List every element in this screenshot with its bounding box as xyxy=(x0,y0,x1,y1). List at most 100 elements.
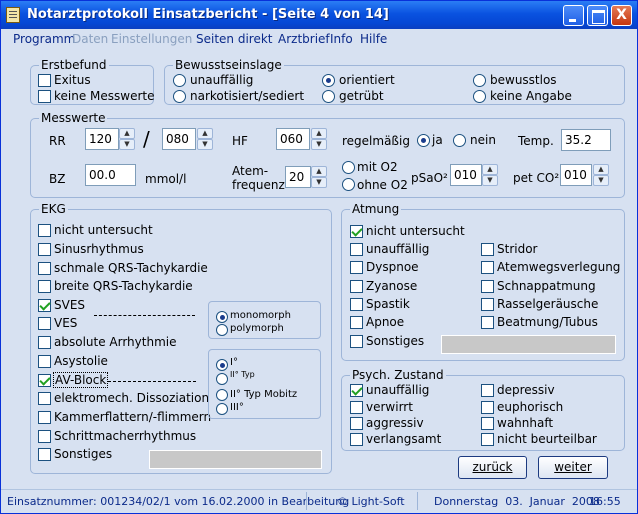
atmung-stridor-checkbox[interactable] xyxy=(481,243,494,256)
av-grade-1-radio[interactable] xyxy=(216,359,228,371)
bewusstsein-orientiert-radio[interactable] xyxy=(322,74,335,87)
bewusstsein-narkotisiert-radio[interactable] xyxy=(173,90,186,103)
ekg-av-block-checkbox[interactable] xyxy=(38,374,51,387)
psych-aggressiv-checkbox[interactable] xyxy=(350,417,363,430)
ekg-kammerflattern-checkbox[interactable] xyxy=(38,411,51,424)
psych-verwirrt-label: verwirrt xyxy=(366,400,413,414)
spin-down-icon[interactable]: ▼ xyxy=(593,175,609,186)
regelmaessig-ja-radio[interactable] xyxy=(417,134,430,147)
menu-daten[interactable]: Daten xyxy=(72,32,108,46)
petco2-spinner[interactable]: ▲ ▼ xyxy=(593,164,609,186)
hf-spinner[interactable]: ▲ ▼ xyxy=(311,128,327,150)
atmung-atemwegsverlegung-checkbox[interactable] xyxy=(481,261,494,274)
rr-systolic-spinner[interactable]: ▲ ▼ xyxy=(119,128,135,150)
spin-up-icon[interactable]: ▲ xyxy=(311,166,327,177)
status-einsatznummer: Einsatznummer: 001234/02/1 vom 16.02.200… xyxy=(7,495,350,508)
maximize-button[interactable] xyxy=(587,5,608,26)
menu-programm[interactable]: Programm xyxy=(13,32,75,46)
spin-down-icon[interactable]: ▼ xyxy=(482,175,498,186)
atmung-nicht-untersucht-checkbox[interactable] xyxy=(350,225,363,238)
ohne-o2-radio[interactable] xyxy=(342,178,355,191)
exitus-checkbox[interactable] xyxy=(38,74,51,87)
av-grade-2b-radio[interactable] xyxy=(216,389,228,401)
ekg-ves-label: VES xyxy=(54,316,78,330)
bewusstsein-unauffaellig-radio[interactable] xyxy=(173,74,186,87)
petco2-input[interactable]: 010 xyxy=(560,164,592,186)
spin-down-icon[interactable]: ▼ xyxy=(311,177,327,188)
bz-input[interactable]: 00.0 xyxy=(85,164,136,186)
ekg-schrittmacher-checkbox[interactable] xyxy=(38,430,51,443)
ekg-sonstiges-checkbox[interactable] xyxy=(38,448,51,461)
menu-seiten-direkt[interactable]: Seiten direkt xyxy=(196,32,273,46)
psych-depressiv-checkbox[interactable] xyxy=(481,384,494,397)
ekg-sinusrhythmus-checkbox[interactable] xyxy=(38,243,51,256)
rr-diastolic-spinner[interactable]: ▲ ▼ xyxy=(197,128,213,150)
av-grade-2a-radio[interactable] xyxy=(216,373,228,385)
menu-info[interactable]: Info xyxy=(330,32,353,46)
ves-monomorph-radio[interactable] xyxy=(216,311,228,323)
spin-down-icon[interactable]: ▼ xyxy=(119,139,135,150)
regelmaessig-ja-label: ja xyxy=(432,133,443,147)
mit-o2-radio[interactable] xyxy=(342,161,355,174)
next-button[interactable]: weiter xyxy=(538,456,608,479)
menu-arztbrief[interactable]: Arztbrief xyxy=(278,32,330,46)
atmung-apnoe-checkbox[interactable] xyxy=(350,316,363,329)
atmung-beatmung-checkbox[interactable] xyxy=(481,316,494,329)
ekg-nicht-untersucht-checkbox[interactable] xyxy=(38,224,51,237)
psych-wahnhaft-checkbox[interactable] xyxy=(481,417,494,430)
psych-nicht-beurteilbar-checkbox[interactable] xyxy=(481,433,494,446)
ekg-sonstiges-field[interactable] xyxy=(149,450,322,469)
atmung-zyanose-checkbox[interactable] xyxy=(350,280,363,293)
ekg-sves-checkbox[interactable] xyxy=(38,299,51,312)
atmung-unauffaellig-checkbox[interactable] xyxy=(350,243,363,256)
psych-verwirrt-checkbox[interactable] xyxy=(350,401,363,414)
minimize-button[interactable] xyxy=(563,5,584,26)
spin-up-icon[interactable]: ▲ xyxy=(311,128,327,139)
ves-polymorph-radio[interactable] xyxy=(216,324,228,336)
psao2-input[interactable]: 010 xyxy=(450,164,482,186)
atmung-schnappatmung-checkbox[interactable] xyxy=(481,280,494,293)
bewusstsein-bewusstlos-radio[interactable] xyxy=(473,74,486,87)
temp-input[interactable]: 35.2 xyxy=(561,129,611,151)
psych-verlangsamt-checkbox[interactable] xyxy=(350,433,363,446)
hf-label: HF xyxy=(232,134,248,148)
regelmaessig-nein-radio[interactable] xyxy=(453,134,466,147)
spin-down-icon[interactable]: ▼ xyxy=(197,139,213,150)
bewusstsein-keine-angabe-radio[interactable] xyxy=(473,90,486,103)
rr-systolic-input[interactable]: 120 xyxy=(85,128,119,150)
ekg-ves-checkbox[interactable] xyxy=(38,317,51,330)
psych-unauffaellig-checkbox[interactable] xyxy=(350,384,363,397)
ekg-asystolie-checkbox[interactable] xyxy=(38,355,51,368)
atmung-sonstiges-checkbox[interactable] xyxy=(350,335,363,348)
ekg-absolute-checkbox[interactable] xyxy=(38,336,51,349)
ekg-schmale-checkbox[interactable] xyxy=(38,262,51,275)
ekg-absolute-label: absolute Arrhythmie xyxy=(54,335,177,349)
ekg-sinusrhythmus-label: Sinusrhythmus xyxy=(54,242,144,256)
ekg-elektromech-checkbox[interactable] xyxy=(38,392,51,405)
atemfrequenz-input[interactable]: 20 xyxy=(285,166,311,188)
menu-einstellungen[interactable]: Einstellungen xyxy=(111,32,192,46)
bewusstsein-getruebt-radio[interactable] xyxy=(322,90,335,103)
psao2-spinner[interactable]: ▲ ▼ xyxy=(482,164,498,186)
spin-up-icon[interactable]: ▲ xyxy=(119,128,135,139)
keine-messwerte-checkbox[interactable] xyxy=(38,90,51,103)
spin-up-icon[interactable]: ▲ xyxy=(593,164,609,175)
back-button[interactable]: zurück xyxy=(458,456,527,479)
atemfrequenz-spinner[interactable]: ▲ ▼ xyxy=(311,166,327,188)
spin-up-icon[interactable]: ▲ xyxy=(197,128,213,139)
atmung-spastik-checkbox[interactable] xyxy=(350,298,363,311)
spin-down-icon[interactable]: ▼ xyxy=(311,139,327,150)
ekg-breite-checkbox[interactable] xyxy=(38,280,51,293)
atmung-sonstiges-field[interactable] xyxy=(441,335,616,354)
rr-diastolic-input[interactable]: 080 xyxy=(162,128,196,150)
av-grade-3-radio[interactable] xyxy=(216,403,228,415)
atmung-rasselgeraeusche-checkbox[interactable] xyxy=(481,298,494,311)
close-button[interactable]: X xyxy=(611,5,632,26)
title-bar[interactable]: Notarztprotokoll Einsatzbericht - [Seite… xyxy=(1,1,637,29)
bewusstsein-getruebt-label: getrübt xyxy=(339,89,384,103)
hf-input[interactable]: 060 xyxy=(276,128,310,150)
psych-euphorisch-checkbox[interactable] xyxy=(481,401,494,414)
menu-hilfe[interactable]: Hilfe xyxy=(360,32,387,46)
spin-up-icon[interactable]: ▲ xyxy=(482,164,498,175)
atmung-dyspnoe-checkbox[interactable] xyxy=(350,261,363,274)
